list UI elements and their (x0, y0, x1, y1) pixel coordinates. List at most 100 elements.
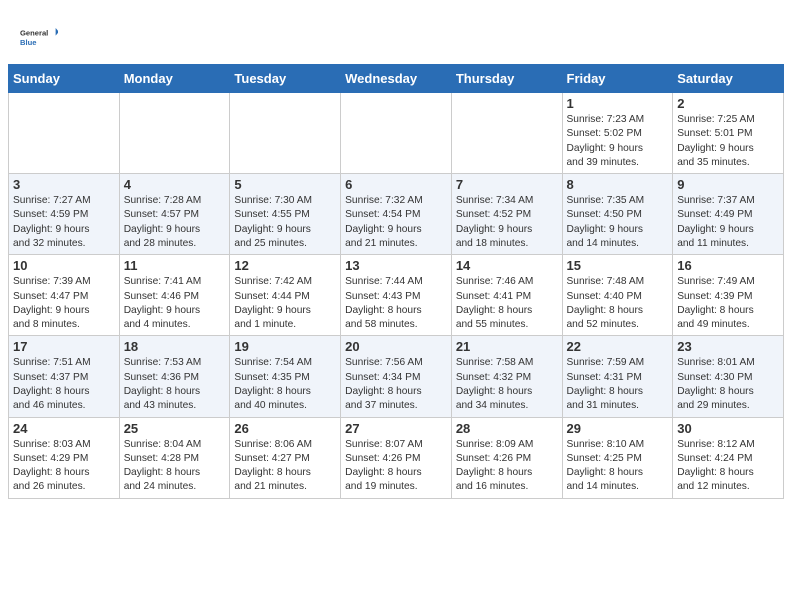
calendar-header-tuesday: Tuesday (230, 65, 341, 93)
calendar-cell: 2 Sunrise: 7:25 AM Sunset: 5:01 PM Daylig… (673, 93, 784, 174)
day-number: 19 (234, 339, 336, 354)
day-info: Sunrise: 7:25 AM Sunset: 5:01 PM Dayligh… (677, 113, 779, 170)
calendar-cell (9, 93, 120, 174)
calendar-week-2: 3 Sunrise: 7:27 AM Sunset: 4:59 PM Daylig… (9, 174, 784, 255)
day-number: 23 (677, 339, 779, 354)
calendar-week-3: 10Sunrise: 7:39 AM Sunset: 4:47 PM Dayli… (9, 255, 784, 336)
day-number: 11 (124, 258, 226, 273)
calendar-cell: 3 Sunrise: 7:27 AM Sunset: 4:59 PM Daylig… (9, 174, 120, 255)
day-info: Sunrise: 7:44 AM Sunset: 4:43 PM Dayligh… (345, 275, 447, 332)
calendar-cell (451, 93, 562, 174)
day-info: Sunrise: 8:03 AM Sunset: 4:29 PM Dayligh… (13, 438, 115, 495)
calendar-cell: 30 Sunrise: 8:12 AM Sunset: 4:24 PM Dayli… (673, 417, 784, 498)
day-info: Sunrise: 7:56 AM Sunset: 4:34 PM Dayligh… (345, 356, 447, 413)
day-info: Sunrise: 7:41 AM Sunset: 4:46 PM Dayligh… (124, 275, 226, 332)
calendar-cell: 14 Sunrise: 7:46 AM Sunset: 4:41 PM Dayli… (451, 255, 562, 336)
day-info: Sunrise: 8:12 AM Sunset: 4:24 PM Dayligh… (677, 438, 779, 495)
calendar-cell: 7Sunrise: 7:34 AM Sunset: 4:52 PM Daylig… (451, 174, 562, 255)
calendar-cell: 22 Sunrise: 7:59 AM Sunset: 4:31 PM Dayli… (562, 336, 673, 417)
calendar-cell: 29Sunrise: 8:10 AM Sunset: 4:25 PM Dayli… (562, 417, 673, 498)
day-number: 13 (345, 258, 447, 273)
calendar-week-4: 17 Sunrise: 7:51 AM Sunset: 4:37 PM Dayli… (9, 336, 784, 417)
day-info: Sunrise: 8:10 AM Sunset: 4:25 PM Dayligh… (567, 438, 669, 495)
calendar-cell: 6 Sunrise: 7:32 AM Sunset: 4:54 PM Daylig… (341, 174, 452, 255)
calendar-cell: 21Sunrise: 7:58 AM Sunset: 4:32 PM Dayli… (451, 336, 562, 417)
day-number: 17 (13, 339, 115, 354)
calendar-header-saturday: Saturday (673, 65, 784, 93)
day-info: Sunrise: 7:53 AM Sunset: 4:36 PM Dayligh… (124, 356, 226, 413)
day-number: 7 (456, 177, 558, 192)
day-number: 2 (677, 96, 779, 111)
page: General Blue SundayMondayTuesdayWednesda… (0, 0, 792, 612)
calendar-cell: 28Sunrise: 8:09 AM Sunset: 4:26 PM Dayli… (451, 417, 562, 498)
calendar-header-monday: Monday (119, 65, 230, 93)
day-info: Sunrise: 7:37 AM Sunset: 4:49 PM Dayligh… (677, 194, 779, 251)
calendar-cell: 25 Sunrise: 8:04 AM Sunset: 4:28 PM Dayli… (119, 417, 230, 498)
day-number: 15 (567, 258, 669, 273)
calendar-header-thursday: Thursday (451, 65, 562, 93)
day-info: Sunrise: 7:32 AM Sunset: 4:54 PM Dayligh… (345, 194, 447, 251)
calendar-cell: 4Sunrise: 7:28 AM Sunset: 4:57 PM Daylig… (119, 174, 230, 255)
day-info: Sunrise: 7:27 AM Sunset: 4:59 PM Dayligh… (13, 194, 115, 251)
svg-text:Blue: Blue (20, 38, 36, 47)
day-number: 14 (456, 258, 558, 273)
day-info: Sunrise: 7:59 AM Sunset: 4:31 PM Dayligh… (567, 356, 669, 413)
day-number: 26 (234, 421, 336, 436)
day-info: Sunrise: 7:35 AM Sunset: 4:50 PM Dayligh… (567, 194, 669, 251)
day-number: 10 (13, 258, 115, 273)
calendar-cell: 9 Sunrise: 7:37 AM Sunset: 4:49 PM Daylig… (673, 174, 784, 255)
header: General Blue (0, 0, 792, 64)
day-info: Sunrise: 8:04 AM Sunset: 4:28 PM Dayligh… (124, 438, 226, 495)
calendar-cell: 20 Sunrise: 7:56 AM Sunset: 4:34 PM Dayli… (341, 336, 452, 417)
calendar-cell: 18 Sunrise: 7:53 AM Sunset: 4:36 PM Dayli… (119, 336, 230, 417)
calendar-header-friday: Friday (562, 65, 673, 93)
calendar-cell: 15 Sunrise: 7:48 AM Sunset: 4:40 PM Dayli… (562, 255, 673, 336)
day-number: 18 (124, 339, 226, 354)
day-info: Sunrise: 8:06 AM Sunset: 4:27 PM Dayligh… (234, 438, 336, 495)
day-info: Sunrise: 7:23 AM Sunset: 5:02 PM Dayligh… (567, 113, 669, 170)
calendar-header-row: SundayMondayTuesdayWednesdayThursdayFrid… (9, 65, 784, 93)
calendar-header-sunday: Sunday (9, 65, 120, 93)
calendar-cell: 12Sunrise: 7:42 AM Sunset: 4:44 PM Dayli… (230, 255, 341, 336)
calendar-cell (230, 93, 341, 174)
calendar-cell: 26 Sunrise: 8:06 AM Sunset: 4:27 PM Dayli… (230, 417, 341, 498)
day-info: Sunrise: 7:49 AM Sunset: 4:39 PM Dayligh… (677, 275, 779, 332)
calendar-header-wednesday: Wednesday (341, 65, 452, 93)
calendar-cell: 27Sunrise: 8:07 AM Sunset: 4:26 PM Dayli… (341, 417, 452, 498)
day-number: 22 (567, 339, 669, 354)
day-number: 20 (345, 339, 447, 354)
day-number: 16 (677, 258, 779, 273)
day-info: Sunrise: 7:48 AM Sunset: 4:40 PM Dayligh… (567, 275, 669, 332)
day-number: 24 (13, 421, 115, 436)
day-number: 3 (13, 177, 115, 192)
day-number: 1 (567, 96, 669, 111)
calendar-wrap: SundayMondayTuesdayWednesdayThursdayFrid… (0, 64, 792, 507)
calendar-cell: 13 Sunrise: 7:44 AM Sunset: 4:43 PM Dayli… (341, 255, 452, 336)
day-info: Sunrise: 7:51 AM Sunset: 4:37 PM Dayligh… (13, 356, 115, 413)
logo: General Blue (20, 18, 60, 56)
calendar-cell: 1 Sunrise: 7:23 AM Sunset: 5:02 PM Daylig… (562, 93, 673, 174)
day-info: Sunrise: 7:42 AM Sunset: 4:44 PM Dayligh… (234, 275, 336, 332)
day-number: 9 (677, 177, 779, 192)
calendar-table: SundayMondayTuesdayWednesdayThursdayFrid… (8, 64, 784, 499)
day-number: 4 (124, 177, 226, 192)
calendar-week-1: 1 Sunrise: 7:23 AM Sunset: 5:02 PM Daylig… (9, 93, 784, 174)
day-info: Sunrise: 7:46 AM Sunset: 4:41 PM Dayligh… (456, 275, 558, 332)
logo-icon: General Blue (20, 18, 58, 56)
day-number: 30 (677, 421, 779, 436)
calendar-cell: 19Sunrise: 7:54 AM Sunset: 4:35 PM Dayli… (230, 336, 341, 417)
calendar-cell: 17 Sunrise: 7:51 AM Sunset: 4:37 PM Dayli… (9, 336, 120, 417)
day-number: 27 (345, 421, 447, 436)
calendar-cell (119, 93, 230, 174)
day-number: 25 (124, 421, 226, 436)
calendar-cell: 23Sunrise: 8:01 AM Sunset: 4:30 PM Dayli… (673, 336, 784, 417)
day-number: 8 (567, 177, 669, 192)
day-number: 21 (456, 339, 558, 354)
calendar-cell: 24 Sunrise: 8:03 AM Sunset: 4:29 PM Dayli… (9, 417, 120, 498)
calendar-week-5: 24 Sunrise: 8:03 AM Sunset: 4:29 PM Dayli… (9, 417, 784, 498)
svg-text:General: General (20, 29, 48, 38)
calendar-cell (341, 93, 452, 174)
calendar-cell: 11 Sunrise: 7:41 AM Sunset: 4:46 PM Dayli… (119, 255, 230, 336)
calendar-cell: 10Sunrise: 7:39 AM Sunset: 4:47 PM Dayli… (9, 255, 120, 336)
day-number: 6 (345, 177, 447, 192)
